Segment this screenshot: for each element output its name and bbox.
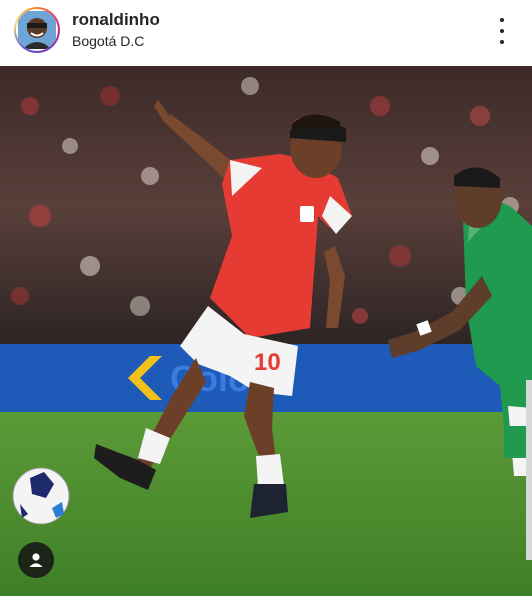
- more-options-icon[interactable]: [490, 18, 514, 44]
- post-username[interactable]: ronaldinho: [72, 10, 160, 30]
- profile-avatar[interactable]: [14, 7, 60, 53]
- post-header: ronaldinho Bogotá D.C: [0, 0, 532, 62]
- avatar-image: [16, 9, 58, 51]
- user-tag-icon: [29, 553, 43, 567]
- post-photo[interactable]: Cololo 10: [0, 66, 532, 596]
- post-location[interactable]: Bogotá D.C: [72, 33, 144, 49]
- tag-people-button[interactable]: [18, 542, 54, 578]
- soccer-ball: [12, 467, 70, 525]
- scrollbar[interactable]: [526, 380, 532, 560]
- jersey-number: 10: [254, 349, 281, 376]
